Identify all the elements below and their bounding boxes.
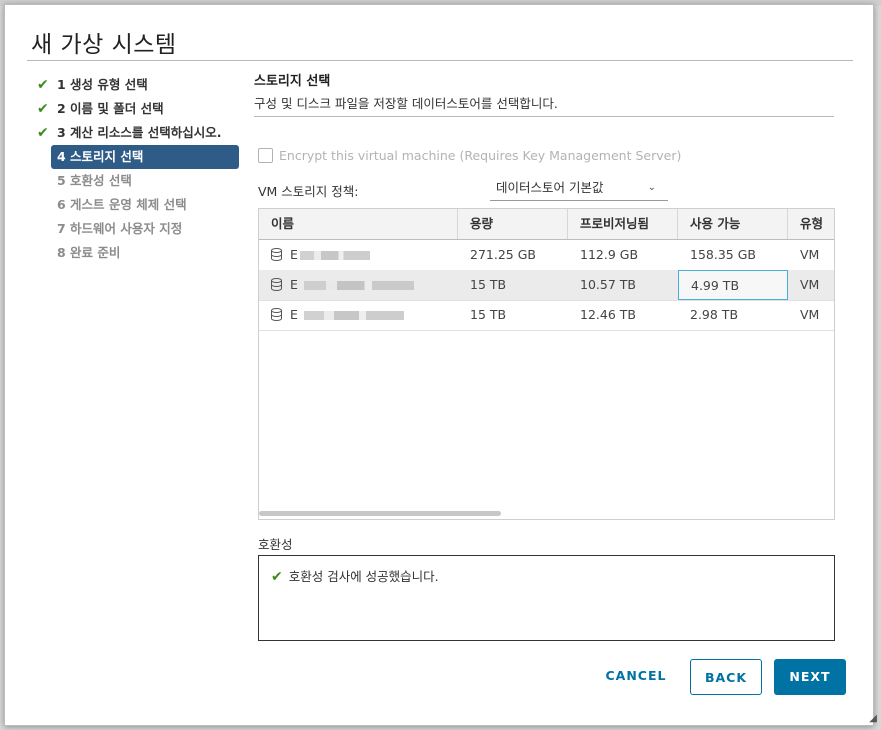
cell-free: 4.99 TB xyxy=(678,270,788,300)
compat-label: 호환성 xyxy=(258,537,293,552)
grid-header: 이름 용량 프로비저닝됨 사용 가능 유형 xyxy=(259,209,834,240)
step-label: 4 스토리지 선택 xyxy=(57,149,144,164)
step-label: 8 완료 준비 xyxy=(57,245,121,260)
compat-message: ✔ 호환성 검사에 성공했습니다. xyxy=(271,566,439,585)
datastore-icon xyxy=(271,278,282,291)
table-row[interactable]: E 271.25 GB 112.9 GB 158.35 GB VM xyxy=(259,240,834,271)
cell-provisioned: 12.46 TB xyxy=(580,307,636,322)
step-label: 5 호환성 선택 xyxy=(57,173,132,188)
step-8: 8 완료 준비 xyxy=(35,241,245,265)
dialog-title: 새 가상 시스템 xyxy=(31,32,177,58)
check-icon: ✔ xyxy=(37,77,49,93)
compat-box: ✔ 호환성 검사에 성공했습니다. xyxy=(258,555,835,641)
cell-name: E xyxy=(259,240,458,270)
horizontal-scrollbar[interactable] xyxy=(259,511,501,516)
wizard-steps: ✔ 1 생성 유형 선택 ✔ 2 이름 및 폴더 선택 ✔ 3 계산 리소스를 선택하… xyxy=(35,73,245,265)
cell-type: VM xyxy=(800,247,820,262)
encrypt-checkbox[interactable]: Encrypt this virtual machine (Requires K… xyxy=(258,148,681,163)
step-label: 2 이름 및 폴더 선택 xyxy=(57,101,164,116)
redacted-text xyxy=(303,311,404,320)
checkbox-icon xyxy=(258,148,273,163)
redacted-text xyxy=(303,281,414,290)
cell-free: 2.98 TB xyxy=(690,307,739,322)
cell-free: 158.35 GB xyxy=(690,247,756,262)
cell-capacity: 15 TB xyxy=(470,307,507,322)
step-5: 5 호환성 선택 xyxy=(35,169,245,193)
step-7: 7 하드웨어 사용자 지정 xyxy=(35,217,245,241)
cell-capacity: 15 TB xyxy=(470,277,507,292)
table-row[interactable]: E 15 TB 10.57 TB 4.99 TB VM xyxy=(259,270,834,301)
step-label: 1 생성 유형 선택 xyxy=(57,77,148,92)
step-label: 3 계산 리소스를 선택하십시오. xyxy=(57,125,222,140)
col-provisioned[interactable]: 프로비저닝됨 xyxy=(568,209,678,239)
resize-handle-icon[interactable]: ◢ xyxy=(869,713,877,724)
section-subtitle: 구성 및 디스크 파일을 저장할 데이터스토어를 선택합니다. xyxy=(254,96,558,111)
datastore-name: E xyxy=(290,247,298,262)
col-name[interactable]: 이름 xyxy=(259,209,458,239)
check-icon: ✔ xyxy=(271,569,283,585)
step-label: 7 하드웨어 사용자 지정 xyxy=(57,221,183,236)
cell-provisioned: 112.9 GB xyxy=(580,247,639,262)
chevron-down-icon: ⌄ xyxy=(647,182,656,193)
section-divider xyxy=(254,116,834,117)
encrypt-label: Encrypt this virtual machine (Requires K… xyxy=(279,148,682,163)
cell-capacity: 271.25 GB xyxy=(470,247,536,262)
compat-text: 호환성 검사에 성공했습니다. xyxy=(288,569,439,584)
back-button[interactable]: BACK xyxy=(690,659,762,695)
cell-provisioned: 10.57 TB xyxy=(580,277,636,292)
next-button[interactable]: NEXT xyxy=(774,659,846,695)
title-divider xyxy=(27,60,853,61)
cell-name: E xyxy=(259,300,458,330)
step-1[interactable]: ✔ 1 생성 유형 선택 xyxy=(35,73,245,97)
cell-name: E xyxy=(259,270,458,300)
col-type[interactable]: 유형 xyxy=(788,209,834,239)
datastore-icon xyxy=(271,308,282,321)
datastore-name: E xyxy=(290,307,298,322)
check-icon: ✔ xyxy=(37,125,49,141)
policy-label: VM 스토리지 정책: xyxy=(258,184,359,199)
policy-select[interactable]: 데이터스토어 기본값 ⌄ xyxy=(490,177,668,201)
check-icon: ✔ xyxy=(37,101,49,117)
section-title: 스토리지 선택 xyxy=(254,74,331,89)
datastore-name: E xyxy=(290,277,298,292)
cell-type: VM xyxy=(800,307,820,322)
cancel-button[interactable]: CANCEL xyxy=(596,658,676,694)
datastore-icon xyxy=(271,248,282,261)
col-capacity[interactable]: 용량 xyxy=(458,209,568,239)
col-free[interactable]: 사용 가능 xyxy=(678,209,788,239)
step-2[interactable]: ✔ 2 이름 및 폴더 선택 xyxy=(35,97,245,121)
step-4[interactable]: 4 스토리지 선택 xyxy=(51,145,239,169)
redacted-text xyxy=(299,251,370,260)
step-3[interactable]: ✔ 3 계산 리소스를 선택하십시오. xyxy=(35,121,245,145)
step-6: 6 게스트 운영 체제 선택 xyxy=(35,193,245,217)
table-row[interactable]: E 15 TB 12.46 TB 2.98 TB VM xyxy=(259,300,834,331)
cell-type: VM xyxy=(800,277,820,292)
step-label: 6 게스트 운영 체제 선택 xyxy=(57,197,187,212)
datastore-grid: 이름 용량 프로비저닝됨 사용 가능 유형 E 271.25 GB 112.9 … xyxy=(258,208,835,520)
policy-value: 데이터스토어 기본값 xyxy=(496,180,604,195)
